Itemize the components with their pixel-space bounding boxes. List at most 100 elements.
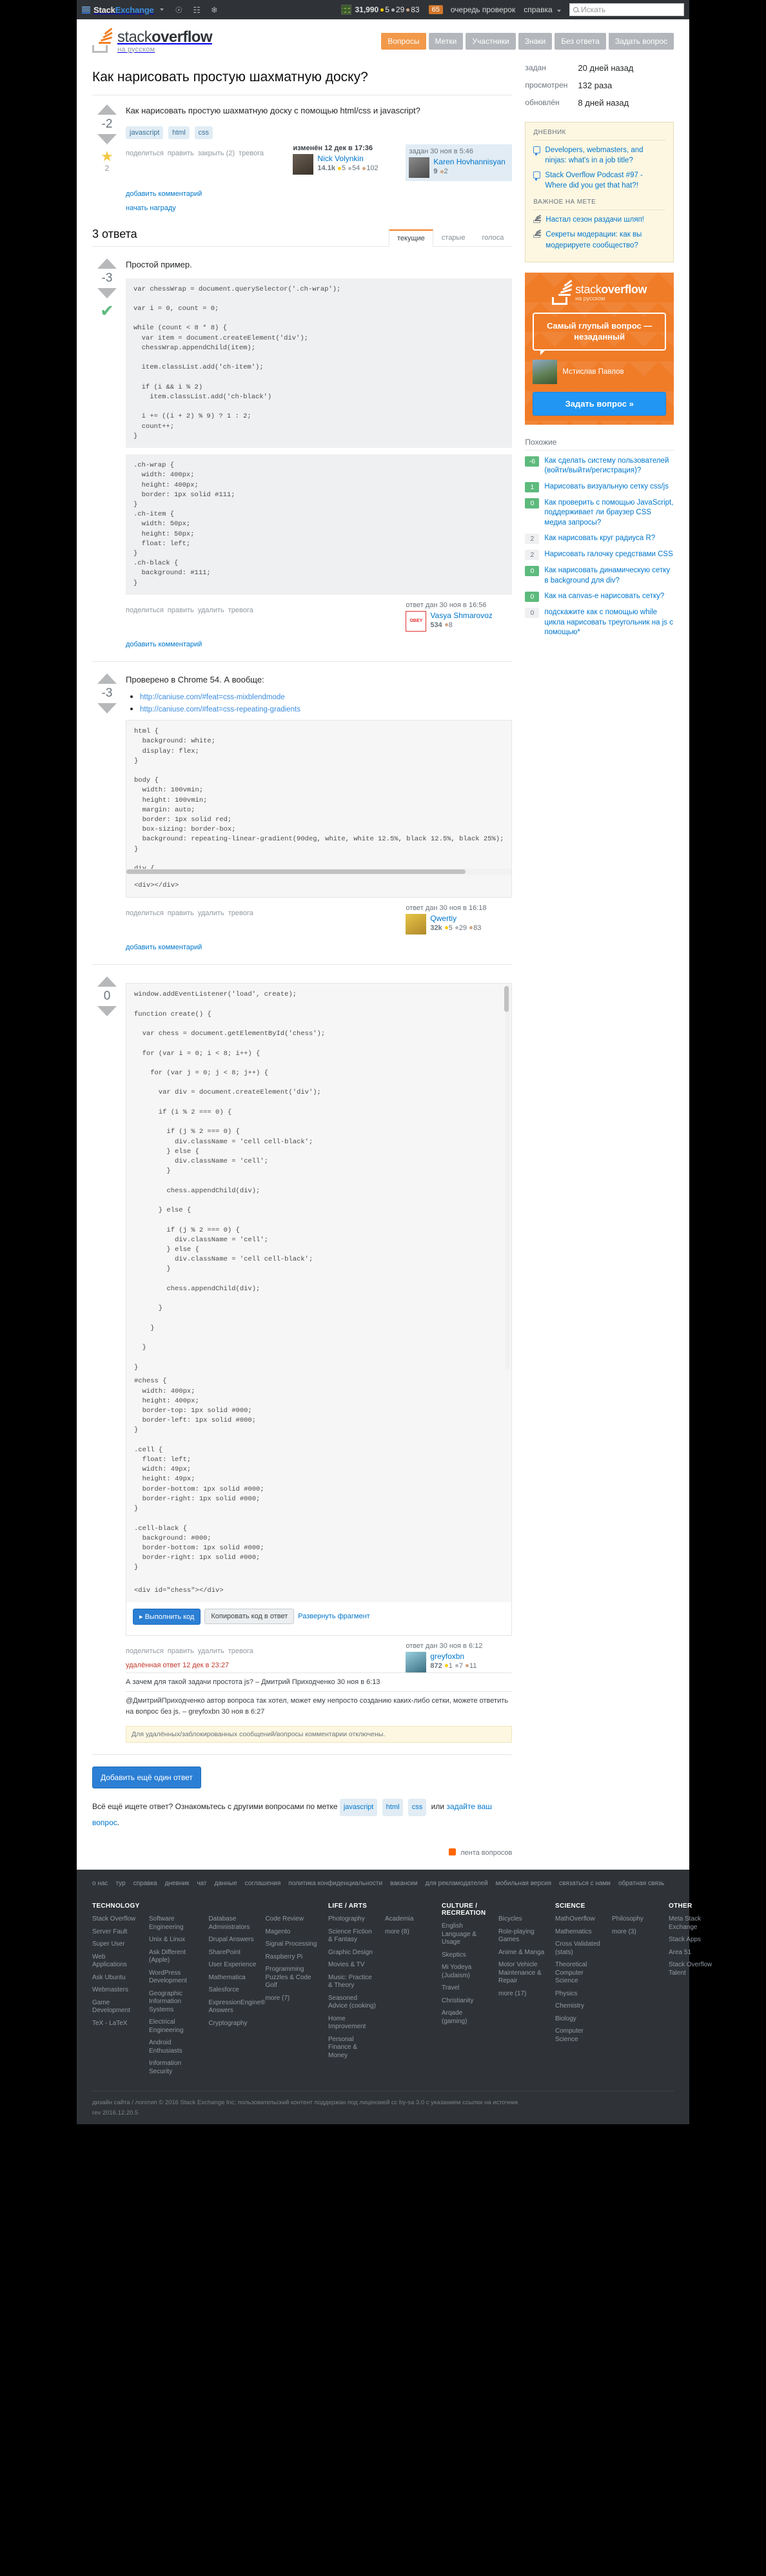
add-answer-button[interactable]: Добавить ещё один ответ xyxy=(92,1767,201,1789)
footer-site-link[interactable]: Super User xyxy=(92,1941,140,1949)
footer-site-link[interactable]: Arqade (gaming) xyxy=(442,2009,489,2026)
footer-site-link[interactable]: Stack Overflow Talent xyxy=(669,1961,716,1977)
nav-users[interactable]: Участники xyxy=(466,33,516,50)
footer-site-link[interactable]: Drupal Answers xyxy=(208,1936,256,1944)
footer-link-8[interactable]: вакансии xyxy=(390,1880,418,1887)
footer-site-link[interactable]: more (8) xyxy=(385,1928,433,1937)
footer-link-10[interactable]: мобильная версия xyxy=(496,1880,551,1887)
tag-javascript[interactable]: javascript xyxy=(126,126,164,140)
footer-link-9[interactable]: для рекламодателей xyxy=(426,1880,488,1887)
footer-link-11[interactable]: связаться с нами xyxy=(559,1880,611,1887)
footer-site-link[interactable]: WordPress Development xyxy=(149,1970,199,1986)
footer-site-link[interactable]: Physics xyxy=(555,1990,603,1999)
ad-ask-question-button[interactable]: Задать вопрос » xyxy=(533,391,666,416)
share-link[interactable]: поделиться xyxy=(126,1647,164,1655)
footer-link-3[interactable]: дневник xyxy=(165,1880,190,1887)
answer1-user-name[interactable]: Vasya Shmarovoz xyxy=(430,611,493,620)
tab-active[interactable]: текущие xyxy=(389,229,433,247)
achievements-icon[interactable]: ☷ xyxy=(193,6,201,14)
footer-site-link[interactable]: Software Engineering xyxy=(149,1915,199,1932)
share-link[interactable]: поделиться xyxy=(126,150,164,157)
promo-ad[interactable]: stackoverflow на русском Самый глупый во… xyxy=(525,272,674,425)
edit-link[interactable]: править xyxy=(168,1647,194,1655)
related-item[interactable]: 0 подскажите как с помощью while цикла на… xyxy=(525,608,674,638)
edit-link[interactable]: править xyxy=(168,606,194,614)
related-item[interactable]: 2 Нарисовать галочку средствами CSS xyxy=(525,550,674,561)
expand-snippet-link[interactable]: Развернуть фрагмент xyxy=(298,1612,369,1620)
answer3-user-name[interactable]: greyfoxbn xyxy=(430,1652,476,1661)
answer3-user-card[interactable]: ответ дан 30 ноя в 6:12 greyfoxbn 872 1 7 1… xyxy=(406,1642,512,1672)
footer-site-link[interactable]: Computer Science xyxy=(555,2028,603,2044)
related-item[interactable]: 0 Как нарисовать динамическую сетку в bac… xyxy=(525,566,674,586)
edit-link[interactable]: править xyxy=(168,909,194,917)
review-queue-badge[interactable]: 65 xyxy=(428,5,443,14)
nav-badges[interactable]: Знаки xyxy=(518,33,553,50)
footer-link-6[interactable]: соглашения xyxy=(245,1880,281,1887)
footer-link-4[interactable]: чат xyxy=(197,1880,206,1887)
start-bounty-link[interactable]: начать награду xyxy=(126,204,512,212)
blog-item[interactable]: Developers, webmasters, and ninjas: what… xyxy=(533,145,665,166)
flag-link[interactable]: тревога xyxy=(239,150,264,157)
run-snippet-button[interactable]: ▸ Выполнить код xyxy=(133,1608,201,1625)
nav-tags[interactable]: Метки xyxy=(428,33,464,50)
caniuse-mixblendmode-link[interactable]: http://caniuse.com/#feat=css-mixblendmod… xyxy=(140,693,285,701)
add-comment-answer1[interactable]: добавить комментарий xyxy=(126,641,512,648)
share-link[interactable]: поделиться xyxy=(126,909,164,917)
footer-site-link[interactable]: English Language & Usage xyxy=(442,1922,489,1947)
footer-site-link[interactable]: Motor Vehicle Maintenance & Repair xyxy=(498,1961,546,1986)
tag-css[interactable]: css xyxy=(194,126,213,140)
flag-link[interactable]: тревога xyxy=(228,909,253,917)
footer-site-link[interactable]: Electrical Engineering xyxy=(149,2019,199,2035)
footer-site-link[interactable]: Area 51 xyxy=(669,1949,716,1957)
delete-link[interactable]: удалить xyxy=(198,909,224,917)
footer-site-link[interactable]: Stack Apps xyxy=(669,1936,716,1944)
user-summary[interactable]: 31,990 5 29 83 xyxy=(340,5,420,15)
footer-site-link[interactable]: more (7) xyxy=(265,1995,319,2003)
footer-site-link[interactable]: Android Enthusiasts xyxy=(149,2039,199,2055)
bottom-tag-html[interactable]: html xyxy=(382,1799,404,1817)
footer-site-link[interactable]: Music: Practice & Theory xyxy=(328,1974,376,1990)
footer-site-link[interactable]: Role-playing Games xyxy=(498,1928,546,1944)
footer-link-1[interactable]: тур xyxy=(115,1880,125,1887)
search-input[interactable]: Искать xyxy=(569,3,684,16)
footer-site-link[interactable]: Anime & Manga xyxy=(498,1949,546,1957)
footer-site-link[interactable]: Skeptics xyxy=(442,1951,489,1960)
flag-link[interactable]: тревога xyxy=(228,606,253,614)
footer-site-link[interactable]: Mathematica xyxy=(208,1974,256,1982)
related-item[interactable]: 0 Как проверить с помощью JavaScript, под… xyxy=(525,498,674,528)
meta-item[interactable]: Настал сезон раздачи шляп! xyxy=(533,215,665,225)
blog-item[interactable]: Stack Overflow Podcast #97 - Where did y… xyxy=(533,170,665,191)
delete-link[interactable]: удалить xyxy=(198,606,224,614)
footer-site-link[interactable]: Mathematics xyxy=(555,1928,603,1937)
snowflake-icon[interactable]: ❄ xyxy=(211,6,218,14)
upvote-button[interactable] xyxy=(97,104,117,115)
footer-site-link[interactable]: SharePoint xyxy=(208,1949,256,1957)
footer-link-12[interactable]: обратная связь xyxy=(618,1880,664,1887)
favorite-star-icon[interactable]: ★ xyxy=(92,150,122,164)
footer-site-link[interactable]: Home Improvement xyxy=(328,2015,376,2031)
footer-site-link[interactable]: Programming Puzzles & Code Golf xyxy=(265,1966,319,1990)
footer-link-2[interactable]: справка xyxy=(133,1880,157,1887)
footer-site-link[interactable]: User Experience xyxy=(208,1961,256,1970)
related-item[interactable]: -6 Как сделать систему пользователей (вой… xyxy=(525,456,674,476)
close-link[interactable]: закрыть (2) xyxy=(198,150,235,157)
footer-site-link[interactable]: Game Development xyxy=(92,1999,140,2015)
footer-site-link[interactable]: Unix & Linux xyxy=(149,1936,199,1944)
footer-site-link[interactable]: Academia xyxy=(385,1915,433,1924)
footer-site-link[interactable]: TeX - LaTeX xyxy=(92,2020,140,2028)
footer-site-link[interactable]: Seasoned Advice (cooking) xyxy=(328,1995,376,2011)
footer-site-link[interactable]: Philosophy xyxy=(612,1915,660,1924)
footer-site-link[interactable]: Ask Ubuntu xyxy=(92,1974,140,1982)
footer-site-link[interactable]: Meta Stack Exchange xyxy=(669,1915,716,1932)
share-link[interactable]: поделиться xyxy=(126,606,164,614)
footer-site-link[interactable]: Bicycles xyxy=(498,1915,546,1924)
downvote-button[interactable] xyxy=(97,1006,117,1017)
related-item[interactable]: 2 Как нарисовать круг радиуса R? xyxy=(525,534,674,545)
tag-html[interactable]: html xyxy=(168,126,190,140)
nav-unanswered[interactable]: Без ответа xyxy=(555,33,606,50)
footer-site-link[interactable]: Theoretical Computer Science xyxy=(555,1961,603,1986)
footer-site-link[interactable]: Movies & TV xyxy=(328,1961,376,1970)
add-comment-answer2[interactable]: добавить комментарий xyxy=(126,944,512,951)
footer-site-link[interactable]: Chemistry xyxy=(555,2002,603,2011)
footer-site-link[interactable]: Ask Different (Apple) xyxy=(149,1949,199,1965)
